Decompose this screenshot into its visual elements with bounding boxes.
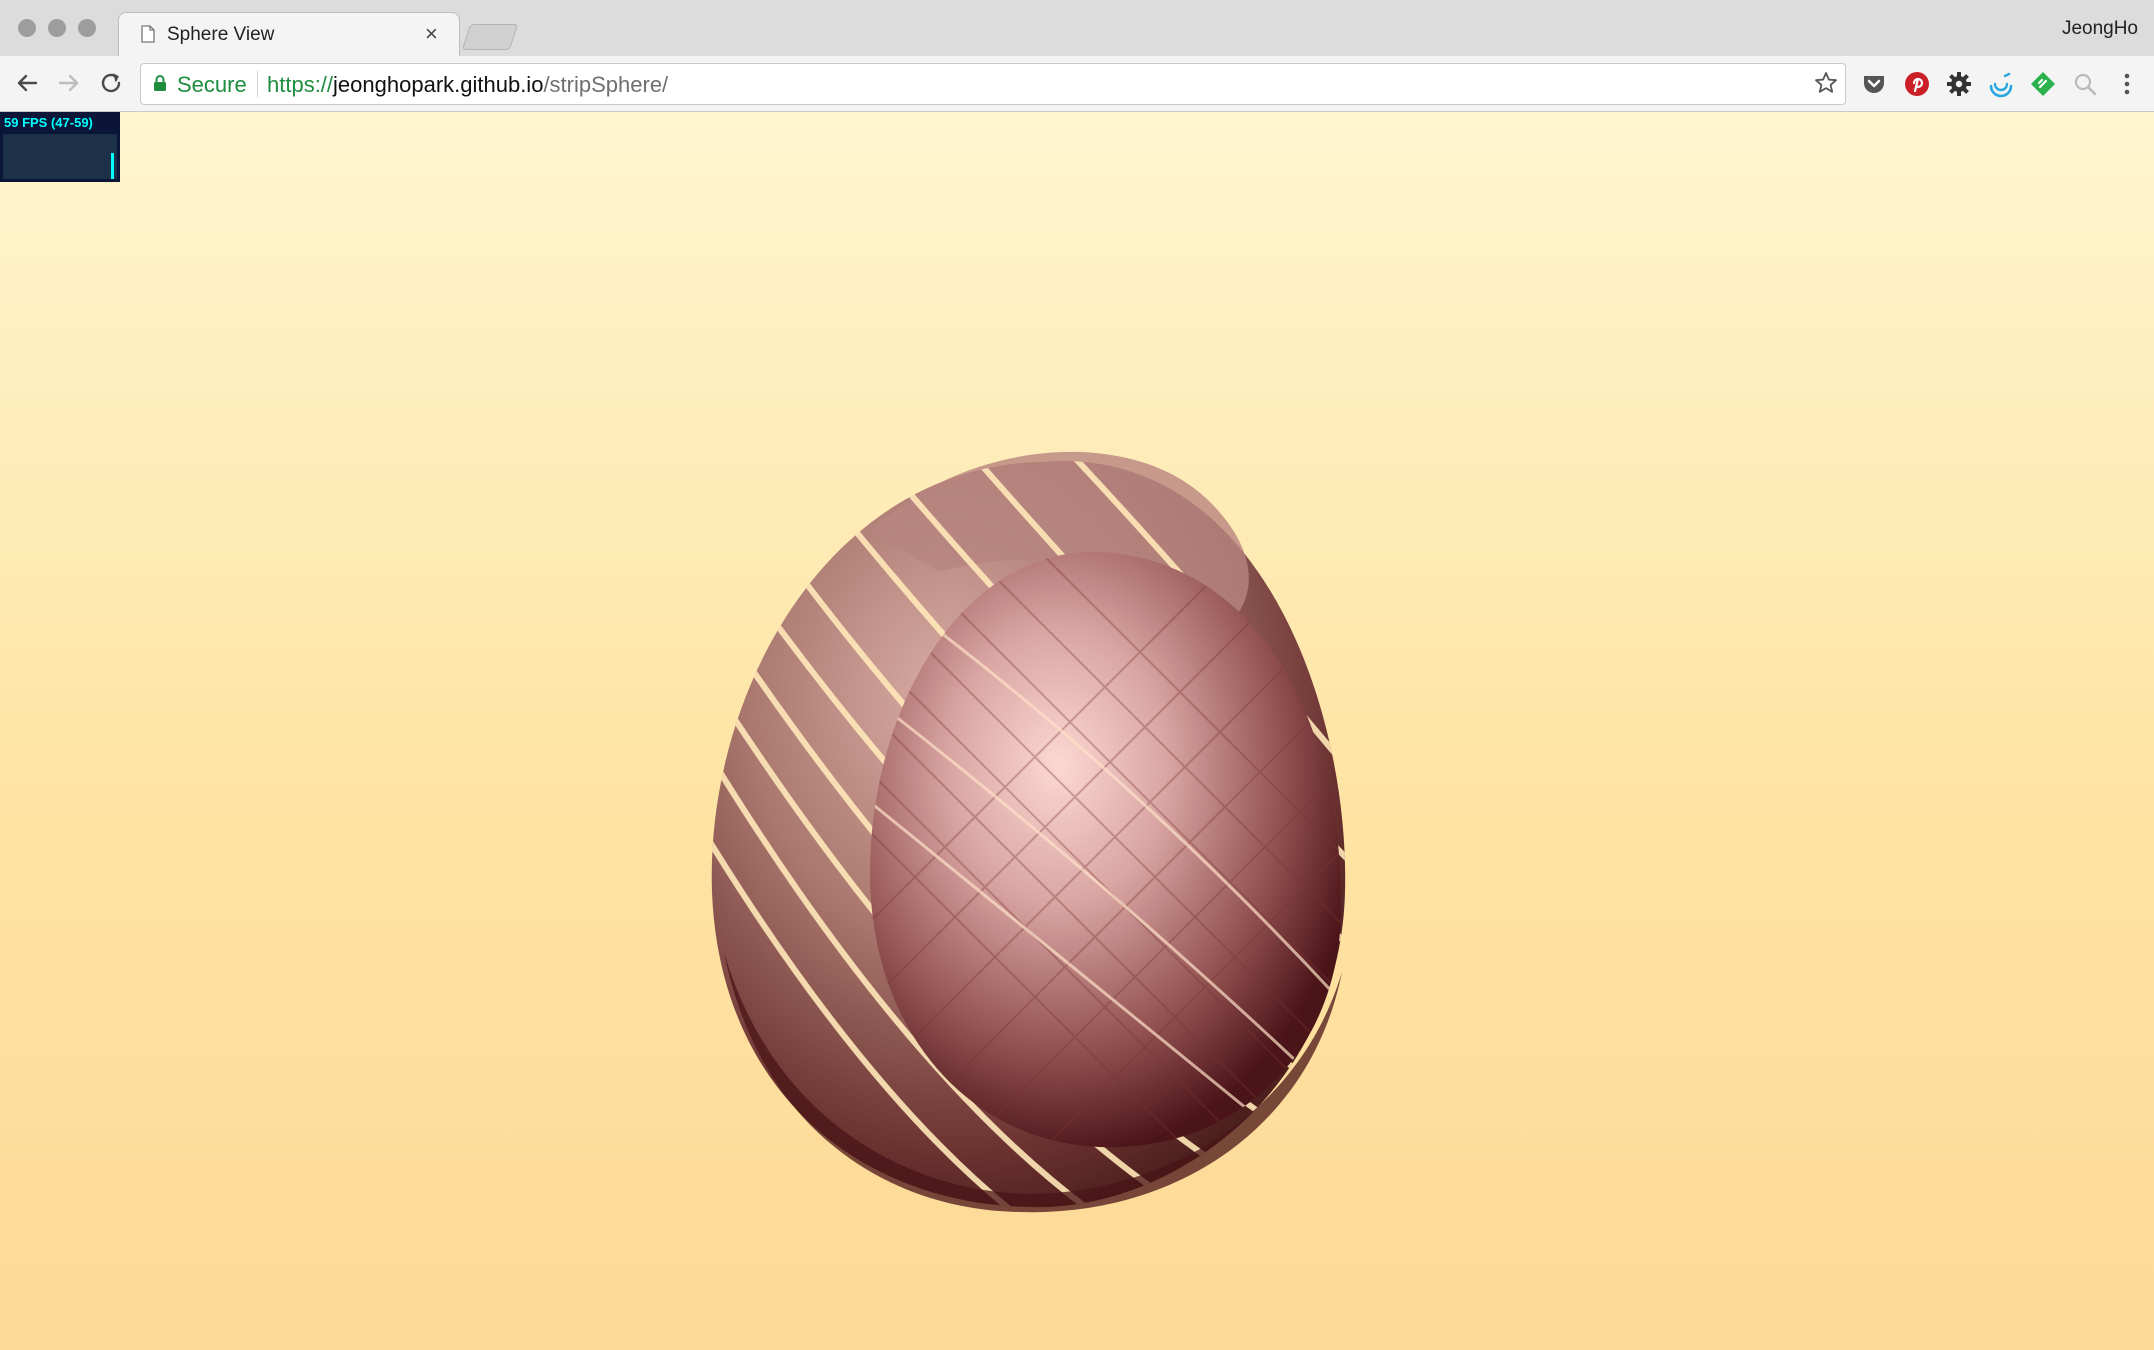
strip-sphere bbox=[711, 451, 1346, 1213]
feedly-icon[interactable] bbox=[2029, 70, 2057, 98]
new-tab-button[interactable] bbox=[461, 24, 519, 50]
bookmark-star-icon[interactable] bbox=[1813, 70, 1839, 96]
reload-button[interactable] bbox=[96, 68, 126, 98]
fps-label: 59 FPS (47-59) bbox=[4, 115, 93, 130]
secure-label: Secure bbox=[177, 72, 247, 97]
forward-button[interactable] bbox=[54, 68, 84, 98]
fps-graph-bar bbox=[111, 153, 114, 179]
tab-title: Sphere View bbox=[167, 24, 275, 45]
url-scheme: https:// bbox=[267, 72, 334, 97]
browser-toolbar: Secure https://jeonghopark.github.io/str… bbox=[0, 56, 2154, 112]
url-text[interactable]: https://jeonghopark.github.io/stripSpher… bbox=[267, 72, 668, 98]
zoom-window-button[interactable] bbox=[78, 19, 96, 37]
pocket-icon[interactable] bbox=[1860, 70, 1888, 98]
document-icon bbox=[141, 25, 155, 43]
fps-stats-panel[interactable]: 59 FPS (47-59) bbox=[0, 112, 120, 182]
title-bar: Sphere View × JeongHo bbox=[0, 0, 2154, 57]
menu-icon[interactable] bbox=[2113, 70, 2141, 98]
back-button[interactable] bbox=[12, 68, 42, 98]
back-arrow-icon bbox=[17, 74, 38, 92]
forward-arrow-icon bbox=[58, 74, 79, 92]
fps-graph bbox=[3, 134, 117, 179]
address-divider bbox=[257, 71, 258, 97]
tab-close-icon[interactable]: × bbox=[425, 21, 438, 47]
profile-name[interactable]: JeongHo bbox=[2062, 18, 2138, 40]
pinterest-icon[interactable] bbox=[1903, 70, 1931, 98]
magnifier-icon[interactable] bbox=[2071, 70, 2099, 98]
url-host: jeonghopark.github.io bbox=[333, 72, 544, 97]
url-path: /stripSphere/ bbox=[543, 72, 669, 97]
lock-icon bbox=[154, 75, 166, 91]
webgl-canvas[interactable]: 59 FPS (47-59) bbox=[0, 112, 2154, 1350]
tab-sphere-view[interactable]: Sphere View × bbox=[118, 12, 460, 57]
minimize-window-button[interactable] bbox=[48, 19, 66, 37]
reload-icon bbox=[101, 73, 121, 93]
gear-icon[interactable] bbox=[1945, 70, 1973, 98]
swirl-icon[interactable] bbox=[1987, 70, 2015, 98]
address-bar[interactable]: Secure https://jeonghopark.github.io/str… bbox=[140, 63, 1846, 105]
close-window-button[interactable] bbox=[18, 19, 36, 37]
